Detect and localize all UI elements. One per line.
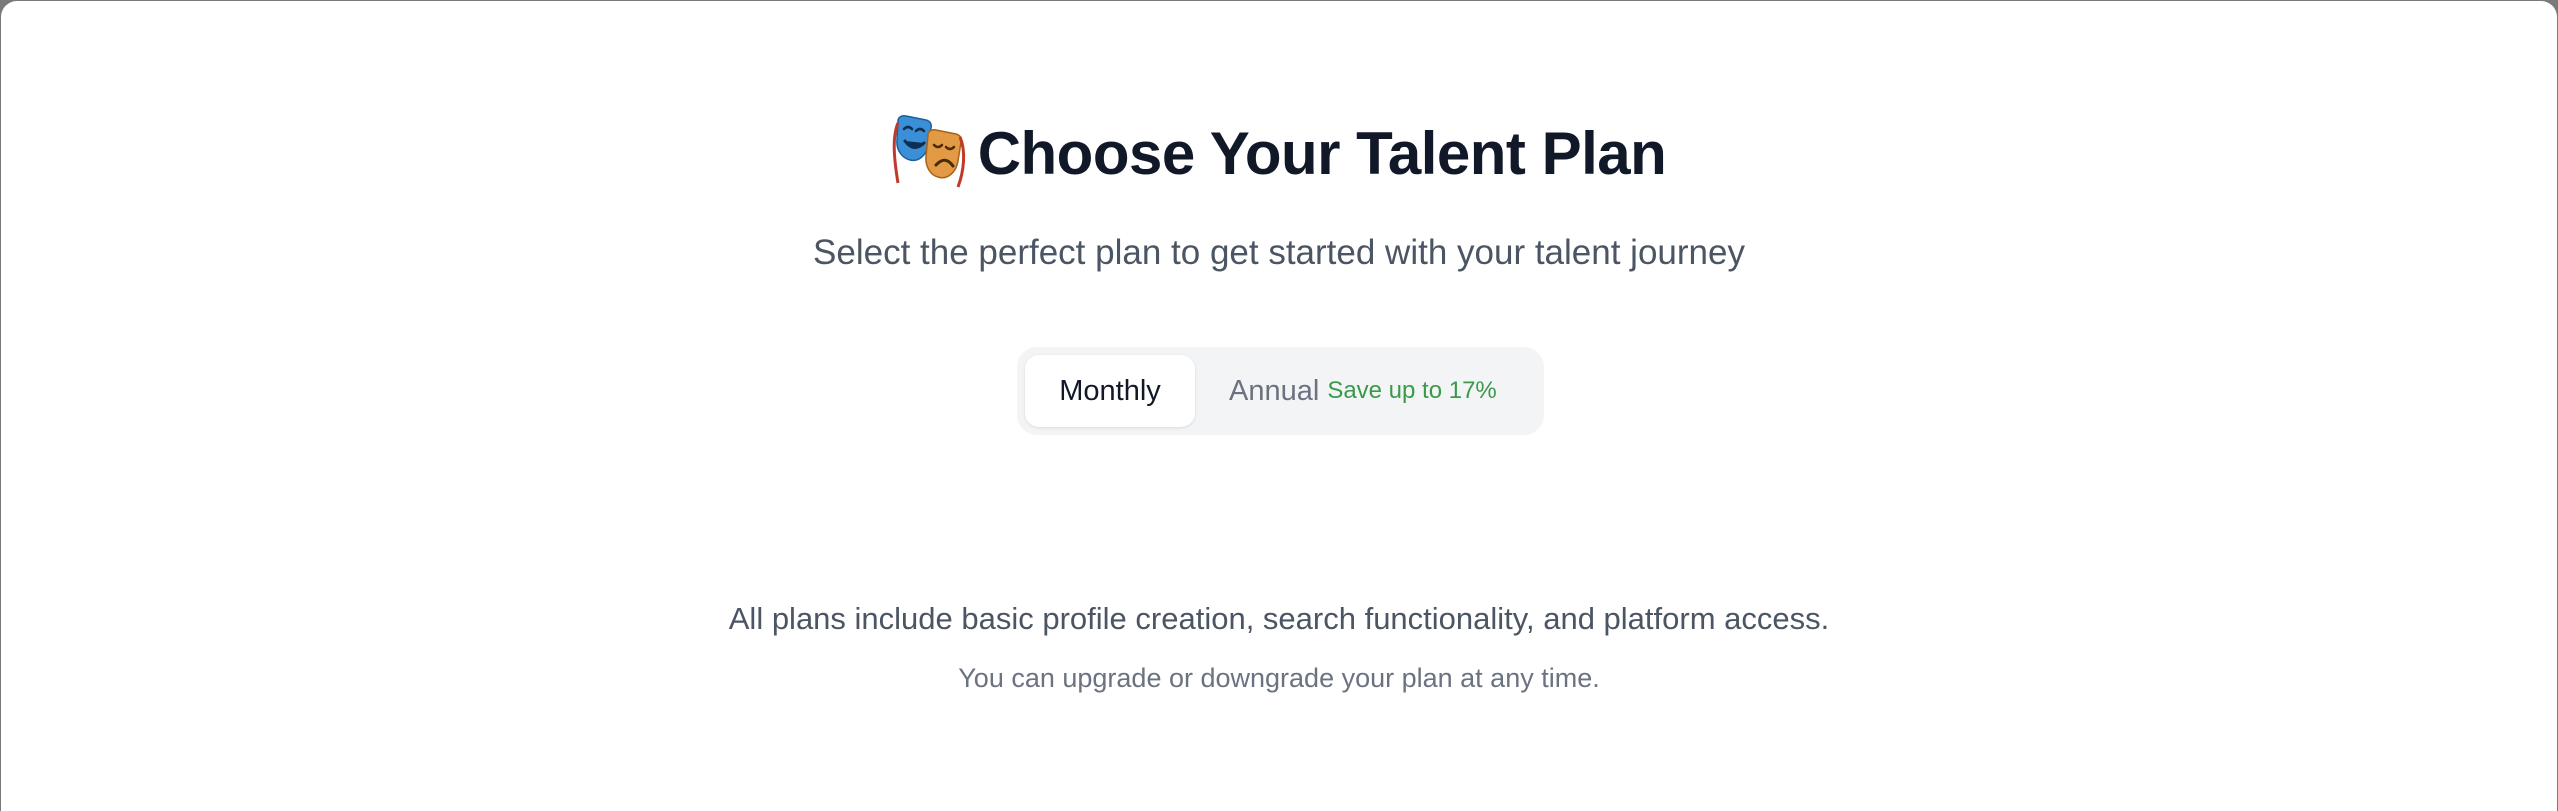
- annual-savings-badge: Save up to 17%: [1327, 377, 1497, 404]
- monthly-option-button[interactable]: Monthly: [1025, 355, 1195, 427]
- upgrade-downgrade-note: You can upgrade or downgrade your plan a…: [958, 663, 1600, 693]
- pricing-modal: Choose Your Talent Plan Select the perfe…: [1, 1, 2557, 811]
- monthly-option-label: Monthly: [1059, 374, 1161, 407]
- obscured-background-text: [981, 1, 1501, 3]
- annual-option-button[interactable]: Annual Save up to 17%: [1229, 375, 1497, 408]
- page-subtitle: Select the perfect plan to get started w…: [813, 233, 1745, 272]
- plans-include-note: All plans include basic profile creation…: [728, 601, 1830, 636]
- performing-arts-masks-icon: [892, 113, 966, 194]
- page-title: Choose Your Talent Plan: [977, 119, 1667, 187]
- annual-option-label: Annual: [1229, 374, 1320, 407]
- billing-period-toggle: Monthly Annual Save up to 17%: [1017, 347, 1544, 435]
- title-row: Choose Your Talent Plan: [1, 113, 2557, 194]
